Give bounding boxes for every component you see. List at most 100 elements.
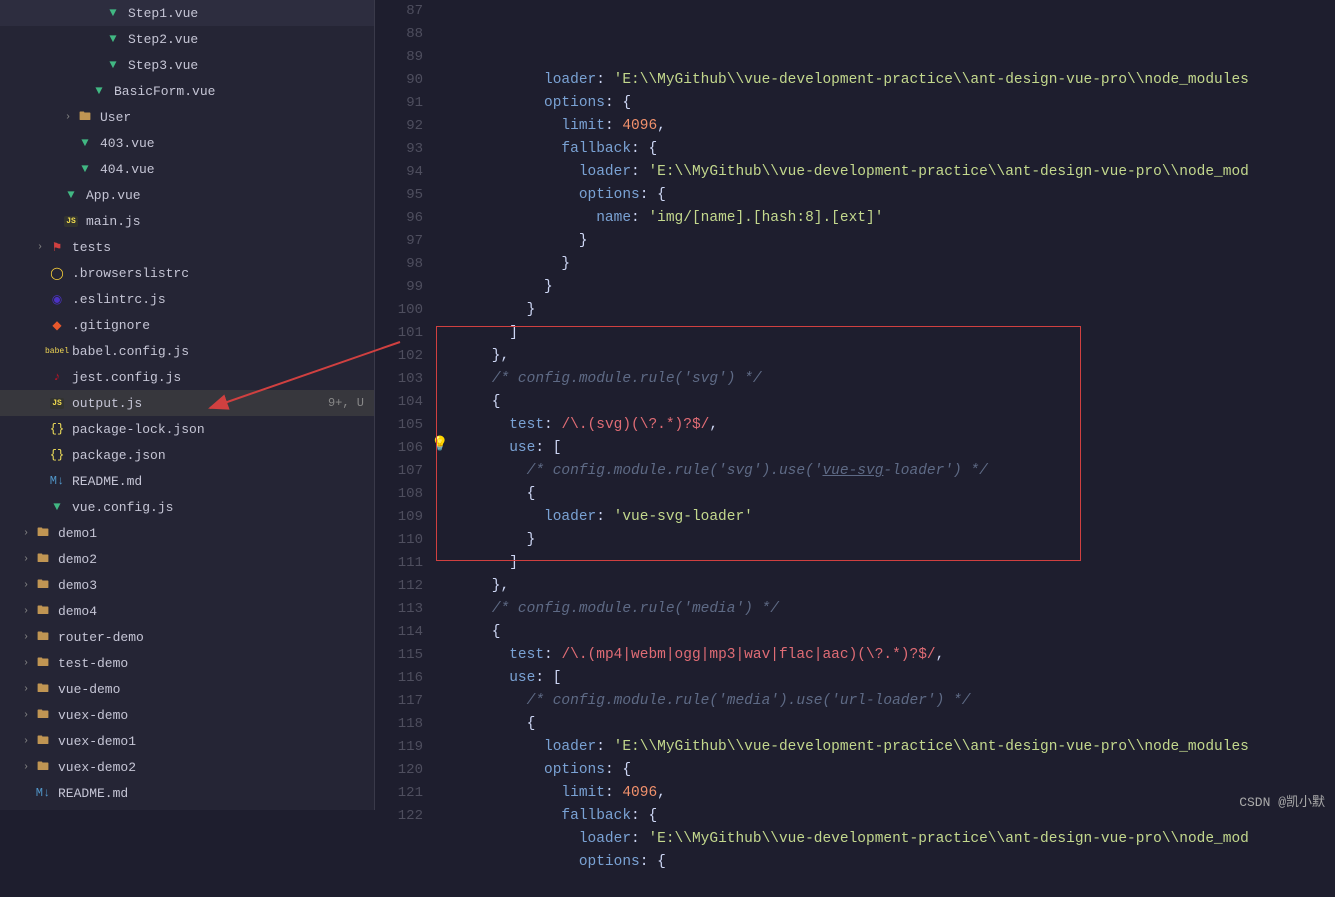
line-number: 97 bbox=[375, 230, 423, 253]
code-line[interactable]: }, bbox=[457, 345, 1335, 368]
tree-item-router-demo[interactable]: ›🖿router-demo bbox=[0, 624, 374, 650]
code-line[interactable]: test: /\.(svg)(\?.*)?$/, bbox=[457, 414, 1335, 437]
tree-label: test-demo bbox=[58, 656, 374, 671]
tree-label: 404.vue bbox=[100, 162, 374, 177]
line-number: 113 bbox=[375, 598, 423, 621]
tree-item-404-vue[interactable]: ▼404.vue bbox=[0, 156, 374, 182]
code-line[interactable]: test: /\.(mp4|webm|ogg|mp3|wav|flac|aac)… bbox=[457, 644, 1335, 667]
line-number: 95 bbox=[375, 184, 423, 207]
tree-item-babel-config-js[interactable]: babelbabel.config.js bbox=[0, 338, 374, 364]
code-line[interactable]: { bbox=[457, 621, 1335, 644]
code-line[interactable]: /* config.module.rule('media').use('url-… bbox=[457, 690, 1335, 713]
chevron-icon: › bbox=[18, 606, 34, 617]
code-line[interactable]: limit: 4096, bbox=[457, 115, 1335, 138]
tree-item-jest-config-js[interactable]: ♪jest.config.js bbox=[0, 364, 374, 390]
code-line[interactable]: fallback: { bbox=[457, 138, 1335, 161]
tree-item-vue-demo[interactable]: ›🖿vue-demo bbox=[0, 676, 374, 702]
tree-item--eslintrc-js[interactable]: ◉.eslintrc.js bbox=[0, 286, 374, 312]
code-line[interactable]: /* config.module.rule('svg') */ bbox=[457, 368, 1335, 391]
tree-item-package-lock-json[interactable]: {}package-lock.json bbox=[0, 416, 374, 442]
tree-item-README-md[interactable]: M↓README.md bbox=[0, 780, 374, 806]
code-line[interactable]: { bbox=[457, 713, 1335, 736]
tree-item-output-js[interactable]: JSoutput.js9+, U bbox=[0, 390, 374, 416]
code-line[interactable]: options: { bbox=[457, 92, 1335, 115]
code-line[interactable]: /* config.module.rule('svg').use('vue-sv… bbox=[457, 460, 1335, 483]
code-line[interactable]: } bbox=[457, 253, 1335, 276]
file-explorer[interactable]: ▼Step1.vue▼Step2.vue▼Step3.vue▼BasicForm… bbox=[0, 0, 375, 810]
code-line[interactable]: /* config.module.rule('media') */ bbox=[457, 598, 1335, 621]
file-badge: 9+, U bbox=[328, 396, 364, 410]
code-content[interactable]: loader: 'E:\\MyGithub\\vue-development-p… bbox=[451, 0, 1335, 810]
chevron-icon: › bbox=[18, 736, 34, 747]
code-line[interactable]: } bbox=[457, 299, 1335, 322]
code-editor[interactable]: 8788899091929394959697989910010110210310… bbox=[375, 0, 1335, 810]
code-line[interactable]: limit: 4096, bbox=[457, 782, 1335, 805]
tree-item-App-vue[interactable]: ▼App.vue bbox=[0, 182, 374, 208]
tree-item-vue-config-js[interactable]: ▼vue.config.js bbox=[0, 494, 374, 520]
code-line[interactable]: use: [ bbox=[457, 667, 1335, 690]
code-line[interactable]: options: { bbox=[457, 851, 1335, 874]
tree-item-User[interactable]: ›🖿User bbox=[0, 104, 374, 130]
tree-item-Step3-vue[interactable]: ▼Step3.vue bbox=[0, 52, 374, 78]
code-line[interactable]: name: 'img/[name].[hash:8].[ext]' bbox=[457, 207, 1335, 230]
line-number: 116 bbox=[375, 667, 423, 690]
code-line[interactable]: } bbox=[457, 276, 1335, 299]
code-line[interactable]: loader: 'E:\\MyGithub\\vue-development-p… bbox=[457, 69, 1335, 92]
tree-item-demo2[interactable]: ›🖿demo2 bbox=[0, 546, 374, 572]
line-number: 119 bbox=[375, 736, 423, 759]
code-line[interactable]: }, bbox=[457, 575, 1335, 598]
tree-item-demo3[interactable]: ›🖿demo3 bbox=[0, 572, 374, 598]
tree-item-Step1-vue[interactable]: ▼Step1.vue bbox=[0, 0, 374, 26]
chevron-icon: › bbox=[18, 684, 34, 695]
tree-item-package-json[interactable]: {}package.json bbox=[0, 442, 374, 468]
tree-item-demo1[interactable]: ›🖿demo1 bbox=[0, 520, 374, 546]
tree-item-vuex-demo[interactable]: ›🖿vuex-demo bbox=[0, 702, 374, 728]
tree-label: vue-demo bbox=[58, 682, 374, 697]
line-number: 122 bbox=[375, 805, 423, 828]
tree-label: Step2.vue bbox=[128, 32, 374, 47]
tree-item-test-demo[interactable]: ›🖿test-demo bbox=[0, 650, 374, 676]
tree-item-README-md[interactable]: M↓README.md bbox=[0, 468, 374, 494]
line-number: 101 bbox=[375, 322, 423, 345]
lightbulb-icon[interactable]: 💡 bbox=[431, 436, 448, 453]
chevron-icon: › bbox=[18, 528, 34, 539]
code-line[interactable]: loader: 'vue-svg-loader' bbox=[457, 506, 1335, 529]
code-line[interactable]: use: [ bbox=[457, 437, 1335, 460]
code-line[interactable]: ] bbox=[457, 322, 1335, 345]
tree-item-demo4[interactable]: ›🖿demo4 bbox=[0, 598, 374, 624]
tree-label: vuex-demo bbox=[58, 708, 374, 723]
chevron-icon: › bbox=[32, 242, 48, 253]
code-line[interactable]: options: { bbox=[457, 759, 1335, 782]
code-line[interactable]: { bbox=[457, 391, 1335, 414]
tree-item-tests[interactable]: ›⚑tests bbox=[0, 234, 374, 260]
code-line[interactable]: loader: 'E:\\MyGithub\\vue-development-p… bbox=[457, 828, 1335, 851]
tree-item-vuex-demo1[interactable]: ›🖿vuex-demo1 bbox=[0, 728, 374, 754]
tree-item-BasicForm-vue[interactable]: ▼BasicForm.vue bbox=[0, 78, 374, 104]
tree-label: .browserslistrc bbox=[72, 266, 374, 281]
code-line[interactable]: } bbox=[457, 529, 1335, 552]
code-line[interactable] bbox=[457, 874, 1335, 897]
line-number: 108 bbox=[375, 483, 423, 506]
tree-item--gitignore[interactable]: ◆.gitignore bbox=[0, 312, 374, 338]
line-number: 87 bbox=[375, 0, 423, 23]
code-line[interactable]: } bbox=[457, 230, 1335, 253]
tree-item-vuex-demo2[interactable]: ›🖿vuex-demo2 bbox=[0, 754, 374, 780]
tree-label: App.vue bbox=[86, 188, 374, 203]
tree-item-main-js[interactable]: JSmain.js bbox=[0, 208, 374, 234]
code-line[interactable]: loader: 'E:\\MyGithub\\vue-development-p… bbox=[457, 736, 1335, 759]
tree-item-403-vue[interactable]: ▼403.vue bbox=[0, 130, 374, 156]
line-number: 98 bbox=[375, 253, 423, 276]
line-number: 106 bbox=[375, 437, 423, 460]
tree-label: tests bbox=[72, 240, 374, 255]
code-line[interactable]: fallback: { bbox=[457, 805, 1335, 828]
code-line[interactable]: loader: 'E:\\MyGithub\\vue-development-p… bbox=[457, 161, 1335, 184]
code-line[interactable]: options: { bbox=[457, 184, 1335, 207]
line-number: 103 bbox=[375, 368, 423, 391]
chevron-icon: › bbox=[18, 710, 34, 721]
code-line[interactable]: ] bbox=[457, 552, 1335, 575]
tree-item-Step2-vue[interactable]: ▼Step2.vue bbox=[0, 26, 374, 52]
tree-item--browserslistrc[interactable]: ◯.browserslistrc bbox=[0, 260, 374, 286]
code-line[interactable]: { bbox=[457, 483, 1335, 506]
line-number: 96 bbox=[375, 207, 423, 230]
chevron-icon: › bbox=[18, 580, 34, 591]
